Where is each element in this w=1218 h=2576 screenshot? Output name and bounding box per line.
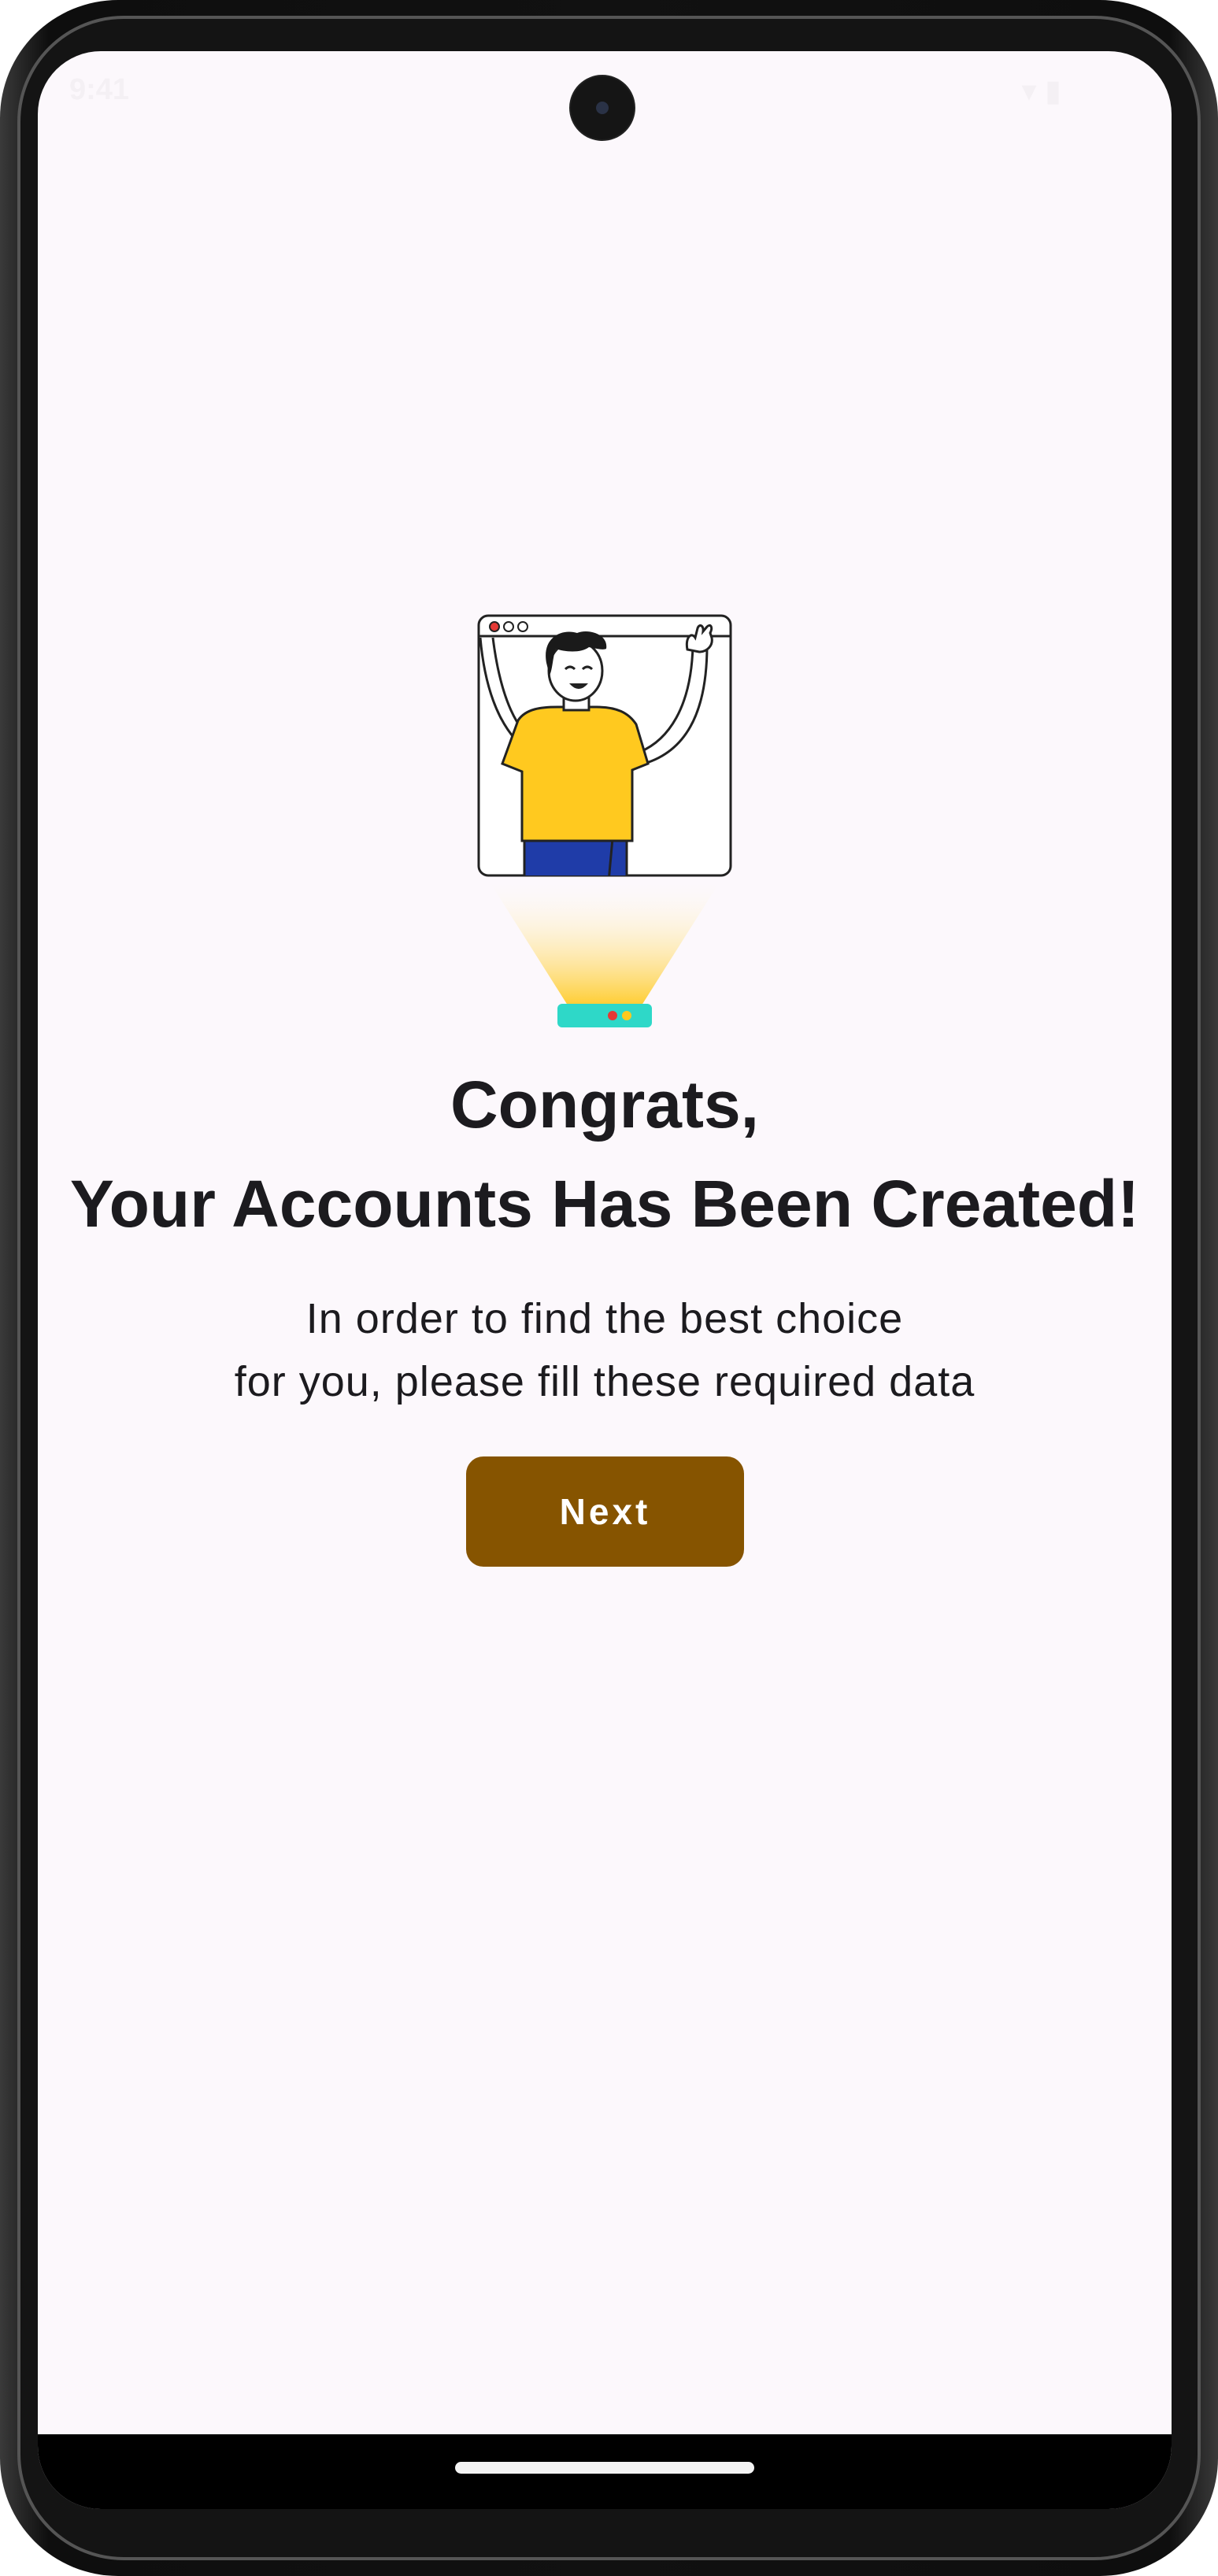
status-icons: ▾ ▮ [1021,75,1061,108]
page-title: Congrats, Your Accounts Has Been Created… [38,1055,1172,1253]
subtitle-line-2: for you, please fill these required data [234,1358,976,1405]
page-subtitle: In order to find the best choice for you… [38,1287,1172,1413]
front-camera-icon [569,75,635,141]
person-in-browser-window-illustration [471,614,739,1035]
status-time: 9:41 [69,73,130,106]
navigation-bar [38,2434,1172,2509]
title-line-1: Congrats, [450,1068,760,1142]
subtitle-line-1: In order to find the best choice [305,1295,904,1342]
next-button[interactable]: Next [466,1456,744,1567]
app-screen: 9:41 ▾ ▮ Congrats, Your Accounts Has Bee… [38,51,1172,2509]
title-line-2: Your Accounts Has Been Created! [69,1167,1140,1241]
home-indicator[interactable] [455,2462,754,2474]
